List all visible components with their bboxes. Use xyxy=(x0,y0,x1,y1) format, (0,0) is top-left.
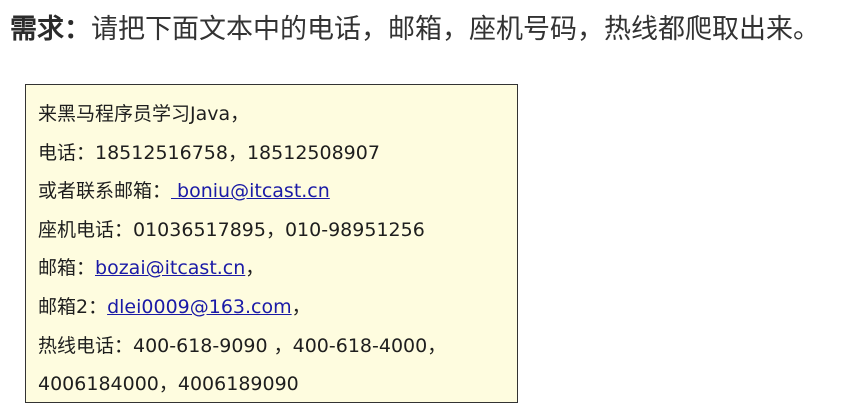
requirement-text: 请把下面文本中的电话，邮箱，座机号码，热线都爬取出来。 xyxy=(91,14,820,45)
email2-label: 邮箱2： xyxy=(38,295,108,318)
contact-email-label: 或者联系邮箱： xyxy=(38,180,172,203)
requirement-heading: 需求：请把下面文本中的电话，邮箱，座机号码，热线都爬取出来。 xyxy=(10,10,820,50)
email-link-dlei[interactable]: dlei0009@163.com xyxy=(107,296,292,318)
text-line-hotlines: 热线电话：400-618-9090 ，400-618-4000， xyxy=(38,334,447,357)
text-line-hotline-numbers: 4006184000，4006189090 xyxy=(38,373,299,396)
email-link-boniu[interactable]: boniu@itcast.cn xyxy=(171,180,330,202)
email-label: 邮箱： xyxy=(38,257,96,280)
source-text-box: 来黑马程序员学习Java， 电话：18512516758，18512508907… xyxy=(25,84,518,403)
text-line-intro: 来黑马程序员学习Java， xyxy=(38,103,250,125)
requirement-label: 需求： xyxy=(10,14,91,45)
text-line-landlines: 座机电话：01036517895，010-98951256 xyxy=(38,218,425,241)
email-link-bozai[interactable]: bozai@itcast.cn xyxy=(95,257,245,279)
email-suffix: ， xyxy=(245,257,265,280)
text-line-contact-email: 或者联系邮箱： boniu@itcast.cn xyxy=(38,172,517,211)
text-line-email2: 邮箱2：dlei0009@163.com， xyxy=(38,288,517,327)
text-line-email: 邮箱：bozai@itcast.cn， xyxy=(38,249,517,288)
text-line-phones: 电话：18512516758，18512508907 xyxy=(38,141,380,164)
email2-suffix: ， xyxy=(291,295,311,318)
